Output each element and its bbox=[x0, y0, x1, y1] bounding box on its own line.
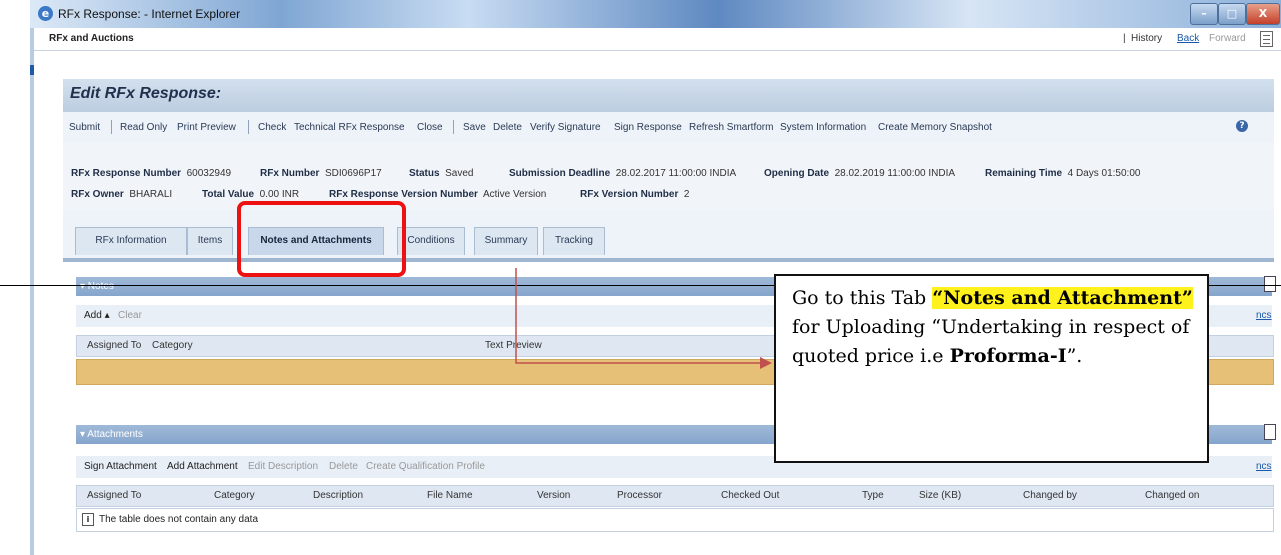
callout-text: Go to this Tab “Notes and Attachment” fo… bbox=[792, 287, 1193, 367]
instruction-callout: Go to this Tab “Notes and Attachment” fo… bbox=[774, 274, 1209, 463]
